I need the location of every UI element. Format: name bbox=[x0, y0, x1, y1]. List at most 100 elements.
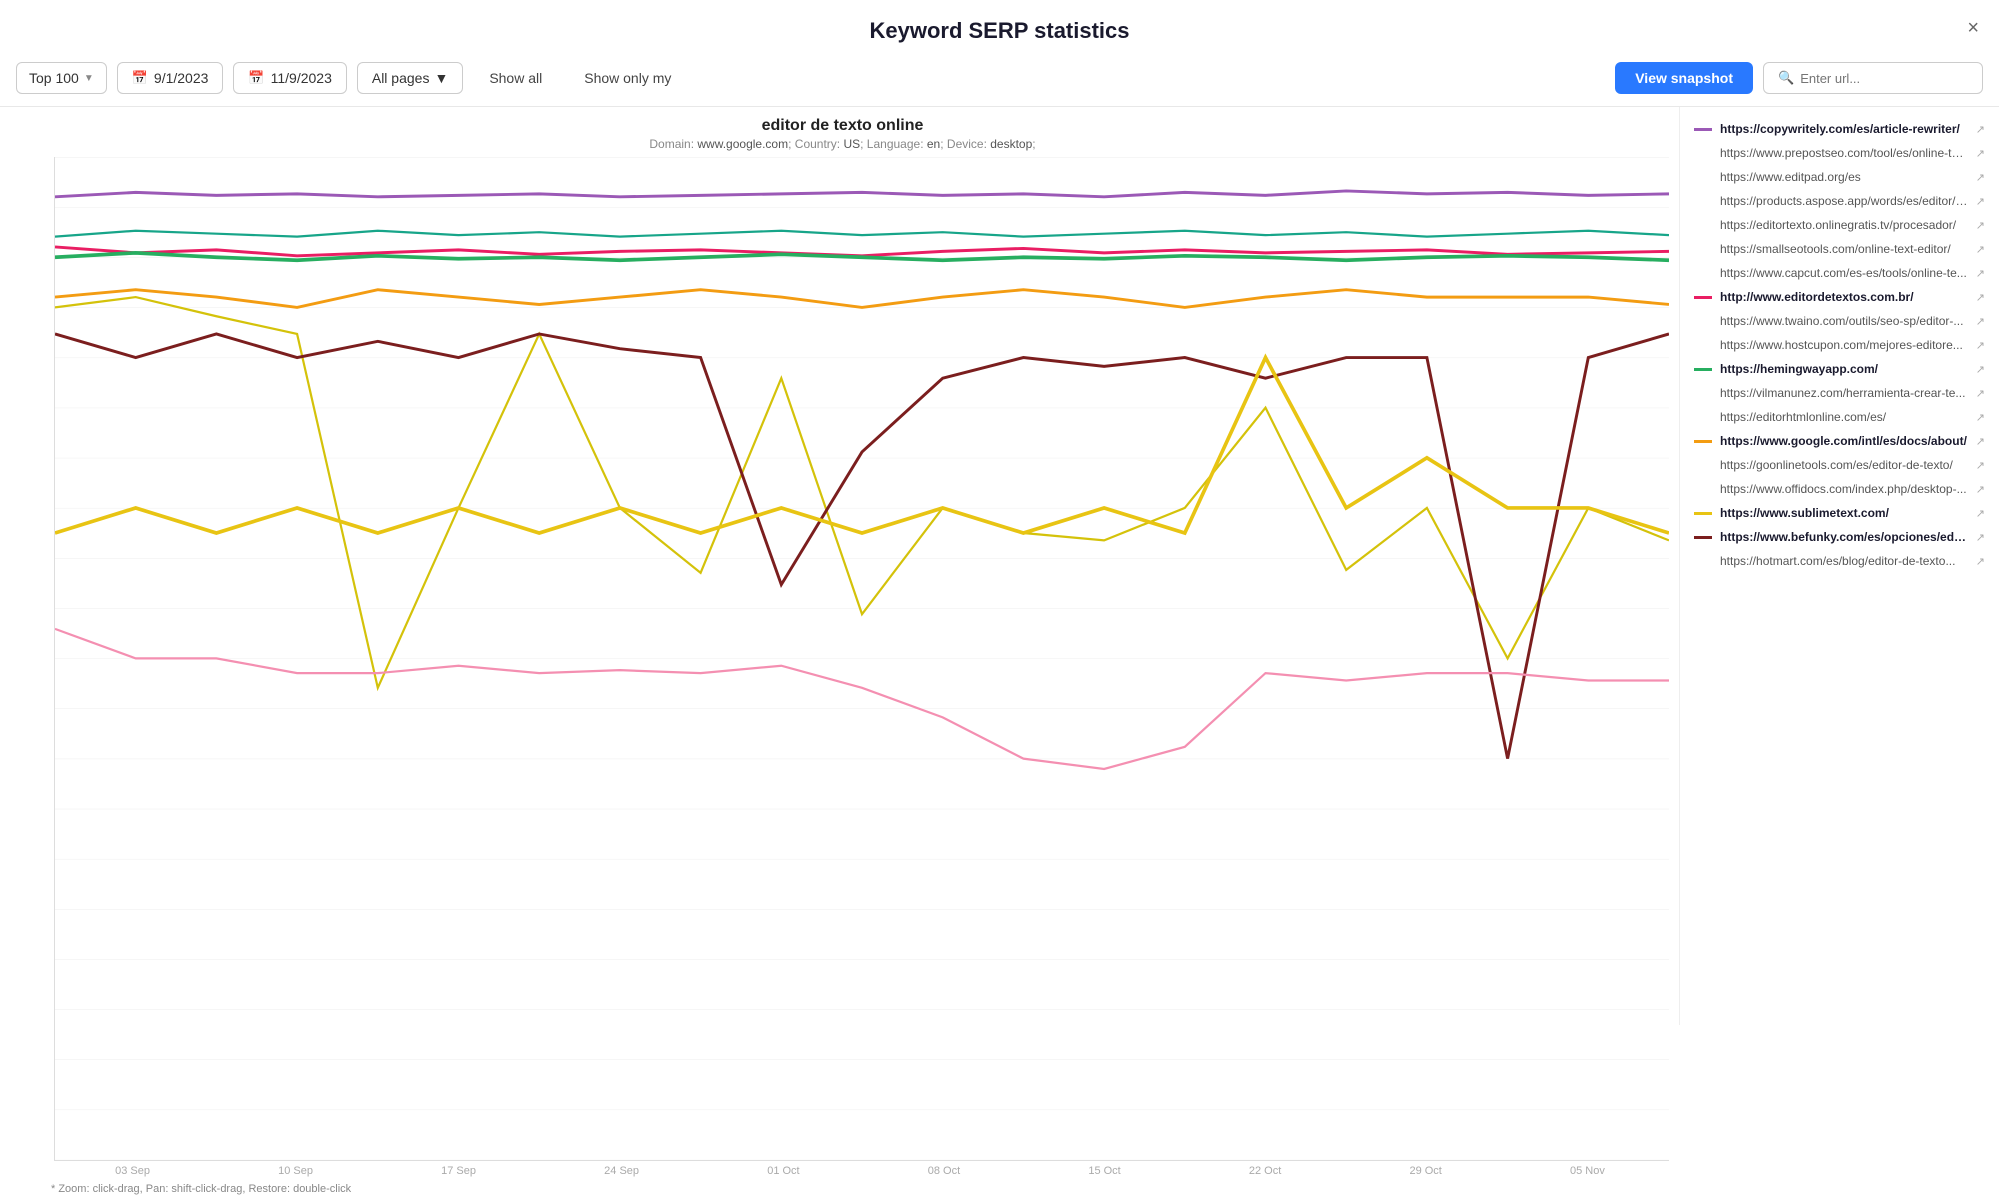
all-pages-dropdown[interactable]: All pages ▼ bbox=[357, 62, 463, 94]
chart-container[interactable] bbox=[54, 157, 1669, 1161]
country-value: US bbox=[843, 137, 860, 151]
legend-url: https://hemingwayapp.com/ bbox=[1720, 362, 1968, 376]
device-value: desktop bbox=[990, 137, 1032, 151]
legend-item[interactable]: https://www.befunky.com/es/opciones/edit… bbox=[1692, 525, 1987, 549]
legend-url: http://www.editordetextos.com.br/ bbox=[1720, 290, 1968, 304]
modal-header: Keyword SERP statistics × bbox=[0, 0, 1999, 54]
legend-section[interactable]: https://copywritely.com/es/article-rewri… bbox=[1679, 107, 1999, 1025]
external-link-icon[interactable]: ↗ bbox=[1976, 195, 1985, 208]
external-link-icon[interactable]: ↗ bbox=[1976, 291, 1985, 304]
legend-url: https://www.prepostseo.com/tool/es/onlin… bbox=[1720, 146, 1968, 160]
url-search-container: 🔍 bbox=[1763, 62, 1983, 94]
x-axis-label: 22 Oct bbox=[1249, 1165, 1281, 1177]
external-link-icon[interactable]: ↗ bbox=[1976, 267, 1985, 280]
legend-item[interactable]: https://www.hostcupon.com/mejores-editor… bbox=[1692, 333, 1987, 357]
external-link-icon[interactable]: ↗ bbox=[1976, 147, 1985, 160]
external-link-icon[interactable]: ↗ bbox=[1976, 387, 1985, 400]
keyword-title: editor de texto online bbox=[16, 117, 1669, 135]
legend-item[interactable]: https://www.offidocs.com/index.php/deskt… bbox=[1692, 477, 1987, 501]
language-value: en bbox=[927, 137, 940, 151]
legend-url: https://smallseotools.com/online-text-ed… bbox=[1720, 242, 1968, 256]
legend-item[interactable]: https://www.editpad.org/es ↗ bbox=[1692, 165, 1987, 189]
date-to-label: 11/9/2023 bbox=[271, 70, 332, 86]
close-button[interactable]: × bbox=[1967, 18, 1979, 38]
legend-item[interactable]: https://hemingwayapp.com/ ↗ bbox=[1692, 357, 1987, 381]
url-search-input[interactable] bbox=[1800, 71, 1968, 86]
content-area: editor de texto online Domain: www.googl… bbox=[0, 107, 1999, 1025]
legend-item[interactable]: https://products.aspose.app/words/es/edi… bbox=[1692, 189, 1987, 213]
search-icon: 🔍 bbox=[1778, 70, 1794, 86]
top-100-dropdown[interactable]: Top 100 ▼ bbox=[16, 62, 107, 94]
external-link-icon[interactable]: ↗ bbox=[1976, 531, 1985, 544]
domain-value: www.google.com bbox=[697, 137, 788, 151]
legend-url: https://vilmanunez.com/herramienta-crear… bbox=[1720, 386, 1968, 400]
legend-item[interactable]: https://editortexto.onlinegratis.tv/proc… bbox=[1692, 213, 1987, 237]
external-link-icon[interactable]: ↗ bbox=[1976, 507, 1985, 520]
legend-url: https://hotmart.com/es/blog/editor-de-te… bbox=[1720, 554, 1968, 568]
top-label: Top 100 bbox=[29, 70, 79, 86]
legend-url: https://www.google.com/intl/es/docs/abou… bbox=[1720, 434, 1968, 448]
legend-item[interactable]: https://www.sublimetext.com/ ↗ bbox=[1692, 501, 1987, 525]
date-from-label: 9/1/2023 bbox=[154, 70, 209, 86]
legend-url: https://www.offidocs.com/index.php/deskt… bbox=[1720, 482, 1968, 496]
legend-line-indicator bbox=[1694, 368, 1712, 371]
legend-line-indicator bbox=[1694, 512, 1712, 515]
external-link-icon[interactable]: ↗ bbox=[1976, 339, 1985, 352]
legend-item[interactable]: http://www.editordetextos.com.br/ ↗ bbox=[1692, 285, 1987, 309]
legend-url: https://www.sublimetext.com/ bbox=[1720, 506, 1968, 520]
x-axis-label: 15 Oct bbox=[1088, 1165, 1120, 1177]
x-axis-label: 08 Oct bbox=[928, 1165, 960, 1177]
legend-item[interactable]: https://vilmanunez.com/herramienta-crear… bbox=[1692, 381, 1987, 405]
legend-url: https://editortexto.onlinegratis.tv/proc… bbox=[1720, 218, 1968, 232]
x-axis-label: 24 Sep bbox=[604, 1165, 639, 1177]
date-to-button[interactable]: 📅 11/9/2023 bbox=[233, 62, 346, 94]
chart-section: editor de texto online Domain: www.googl… bbox=[0, 107, 1679, 1025]
legend-item[interactable]: https://www.prepostseo.com/tool/es/onlin… bbox=[1692, 141, 1987, 165]
pages-label: All pages bbox=[372, 70, 430, 86]
page-title: Keyword SERP statistics bbox=[869, 18, 1129, 44]
legend-url: https://products.aspose.app/words/es/edi… bbox=[1720, 194, 1968, 208]
external-link-icon[interactable]: ↗ bbox=[1976, 483, 1985, 496]
x-axis-label: 01 Oct bbox=[767, 1165, 799, 1177]
legend-item[interactable]: https://www.twaino.com/outils/seo-sp/edi… bbox=[1692, 309, 1987, 333]
chevron-down-icon: ▼ bbox=[84, 73, 94, 84]
external-link-icon[interactable]: ↗ bbox=[1976, 315, 1985, 328]
legend-item[interactable]: https://hotmart.com/es/blog/editor-de-te… bbox=[1692, 549, 1987, 573]
external-link-icon[interactable]: ↗ bbox=[1976, 435, 1985, 448]
x-axis-label: 03 Sep bbox=[115, 1165, 150, 1177]
legend-url: https://www.befunky.com/es/opciones/edit… bbox=[1720, 530, 1968, 544]
legend-url: https://www.editpad.org/es bbox=[1720, 170, 1968, 184]
show-only-my-button[interactable]: Show only my bbox=[568, 63, 687, 93]
legend-url: https://goonlinetools.com/es/editor-de-t… bbox=[1720, 458, 1968, 472]
chart-svg bbox=[55, 157, 1669, 1160]
legend-line-indicator bbox=[1694, 128, 1712, 131]
legend-item[interactable]: https://smallseotools.com/online-text-ed… bbox=[1692, 237, 1987, 261]
date-from-button[interactable]: 📅 9/1/2023 bbox=[117, 62, 224, 94]
x-axis-label: 10 Sep bbox=[278, 1165, 313, 1177]
chevron-down-icon-2: ▼ bbox=[434, 70, 448, 86]
external-link-icon[interactable]: ↗ bbox=[1976, 555, 1985, 568]
external-link-icon[interactable]: ↗ bbox=[1976, 459, 1985, 472]
external-link-icon[interactable]: ↗ bbox=[1976, 219, 1985, 232]
legend-item[interactable]: https://www.google.com/intl/es/docs/abou… bbox=[1692, 429, 1987, 453]
toolbar: Top 100 ▼ 📅 9/1/2023 📅 11/9/2023 All pag… bbox=[0, 54, 1999, 107]
x-axis-label: 17 Sep bbox=[441, 1165, 476, 1177]
calendar-icon-2: 📅 bbox=[248, 70, 264, 86]
view-snapshot-button[interactable]: View snapshot bbox=[1615, 62, 1753, 94]
legend-item[interactable]: https://goonlinetools.com/es/editor-de-t… bbox=[1692, 453, 1987, 477]
legend-url: https://www.hostcupon.com/mejores-editor… bbox=[1720, 338, 1968, 352]
external-link-icon[interactable]: ↗ bbox=[1976, 123, 1985, 136]
legend-line-indicator bbox=[1694, 296, 1712, 299]
external-link-icon[interactable]: ↗ bbox=[1976, 363, 1985, 376]
external-link-icon[interactable]: ↗ bbox=[1976, 171, 1985, 184]
legend-line-indicator bbox=[1694, 440, 1712, 443]
legend-url: https://www.twaino.com/outils/seo-sp/edi… bbox=[1720, 314, 1968, 328]
legend-item[interactable]: https://editorhtmlonline.com/es/↗ bbox=[1692, 405, 1987, 429]
show-all-button[interactable]: Show all bbox=[473, 63, 558, 93]
external-link-icon[interactable]: ↗ bbox=[1976, 411, 1985, 424]
external-link-icon[interactable]: ↗ bbox=[1976, 243, 1985, 256]
chart-subtitle: Domain: www.google.com; Country: US; Lan… bbox=[16, 137, 1669, 151]
legend-item[interactable]: https://copywritely.com/es/article-rewri… bbox=[1692, 117, 1987, 141]
legend-line-indicator bbox=[1694, 536, 1712, 539]
legend-item[interactable]: https://www.capcut.com/es-es/tools/onlin… bbox=[1692, 261, 1987, 285]
